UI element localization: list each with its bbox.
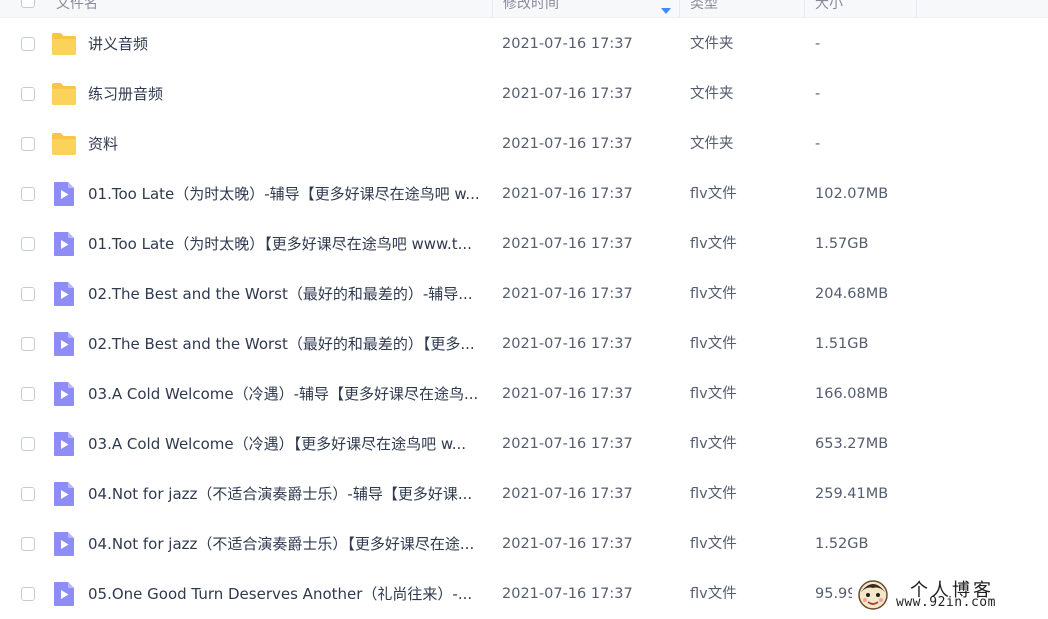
file-name[interactable]: 02.The Best and the Worst（最好的和最差的）【更多... xyxy=(88,319,488,369)
file-row[interactable]: 03.A Cold Welcome（冷遇）【更多好课尽在途鸟吧 w... 202… xyxy=(0,419,1048,469)
file-mtime: 2021-07-16 17:37 xyxy=(502,186,633,202)
file-row[interactable]: 01.Too Late（为时太晚）【更多好课尽在途鸟吧 www.t... 202… xyxy=(0,219,1048,269)
file-row[interactable]: 练习册音频 2021-07-16 17:37 文件夹 - xyxy=(0,69,1048,119)
file-size: 95.99 xyxy=(815,586,857,602)
file-size: - xyxy=(815,36,821,52)
row-checkbox[interactable] xyxy=(21,537,35,551)
file-list-header: 文件名 修改时间 类型 大小 xyxy=(0,0,1048,18)
column-header-type[interactable]: 类型 xyxy=(680,0,805,17)
folder-icon xyxy=(50,31,78,57)
folder-icon xyxy=(50,81,78,107)
file-mtime: 2021-07-16 17:37 xyxy=(502,336,633,352)
file-name[interactable]: 讲义音频 xyxy=(88,19,488,69)
file-size: 1.52GB xyxy=(815,536,869,552)
file-row[interactable]: 04.Not for jazz（不适合演奏爵士乐）-辅导【更多好课... 202… xyxy=(0,469,1048,519)
file-mtime: 2021-07-16 17:37 xyxy=(502,286,633,302)
blog-watermark: 个人博客 www.92in.com xyxy=(852,574,1048,617)
file-type: flv文件 xyxy=(690,386,737,402)
row-checkbox[interactable] xyxy=(21,187,35,201)
file-name[interactable]: 05.One Good Turn Deserves Another（礼尚往来）-… xyxy=(88,569,488,619)
file-mtime: 2021-07-16 17:37 xyxy=(502,536,633,552)
file-name[interactable]: 练习册音频 xyxy=(88,69,488,119)
video-file-icon xyxy=(50,431,78,457)
file-mtime: 2021-07-16 17:37 xyxy=(502,486,633,502)
video-file-icon xyxy=(50,481,78,507)
file-mtime: 2021-07-16 17:37 xyxy=(502,386,633,402)
watermark-url: www.92in.com xyxy=(896,595,996,610)
column-header-mtime[interactable]: 修改时间 xyxy=(493,0,680,17)
file-mtime: 2021-07-16 17:37 xyxy=(502,36,633,52)
file-name[interactable]: 03.A Cold Welcome（冷遇）-辅导【更多好课尽在途鸟... xyxy=(88,369,488,419)
file-size: 1.51GB xyxy=(815,336,869,352)
file-type: flv文件 xyxy=(690,286,737,302)
file-type: flv文件 xyxy=(690,186,737,202)
file-size: - xyxy=(815,86,821,102)
file-type: flv文件 xyxy=(690,236,737,252)
video-file-icon xyxy=(50,581,78,607)
file-mtime: 2021-07-16 17:37 xyxy=(502,436,633,452)
row-checkbox[interactable] xyxy=(21,287,35,301)
column-header-name[interactable]: 文件名 xyxy=(56,0,493,17)
file-name[interactable]: 02.The Best and the Worst（最好的和最差的）-辅导... xyxy=(88,269,488,319)
column-header-size[interactable]: 大小 xyxy=(805,0,917,17)
video-file-icon xyxy=(50,181,78,207)
row-checkbox[interactable] xyxy=(21,587,35,601)
file-type: flv文件 xyxy=(690,586,737,602)
video-file-icon xyxy=(50,381,78,407)
file-type: 文件夹 xyxy=(690,86,734,102)
file-type: flv文件 xyxy=(690,486,737,502)
row-checkbox[interactable] xyxy=(21,437,35,451)
video-file-icon xyxy=(50,331,78,357)
file-name[interactable]: 03.A Cold Welcome（冷遇）【更多好课尽在途鸟吧 w... xyxy=(88,419,488,469)
file-name[interactable]: 04.Not for jazz（不适合演奏爵士乐）-辅导【更多好课... xyxy=(88,469,488,519)
file-size: 1.57GB xyxy=(815,236,869,252)
file-type: flv文件 xyxy=(690,536,737,552)
file-size: 653.27MB xyxy=(815,436,889,452)
file-mtime: 2021-07-16 17:37 xyxy=(502,236,633,252)
file-row[interactable]: 01.Too Late（为时太晚）-辅导【更多好课尽在途鸟吧 w... 2021… xyxy=(0,169,1048,219)
video-file-icon xyxy=(50,531,78,557)
watermark-avatar-icon xyxy=(858,580,888,610)
file-name[interactable]: 资料 xyxy=(88,119,488,169)
file-size: 166.08MB xyxy=(815,386,889,402)
file-type: flv文件 xyxy=(690,336,737,352)
row-checkbox[interactable] xyxy=(21,387,35,401)
file-size: 204.68MB xyxy=(815,286,889,302)
file-type: 文件夹 xyxy=(690,136,734,152)
file-row[interactable]: 04.Not for jazz（不适合演奏爵士乐）【更多好课尽在途... 202… xyxy=(0,519,1048,569)
sort-desc-icon[interactable] xyxy=(660,0,672,17)
file-size: 102.07MB xyxy=(815,186,889,202)
row-checkbox[interactable] xyxy=(21,237,35,251)
folder-icon xyxy=(50,131,78,157)
file-mtime: 2021-07-16 17:37 xyxy=(502,586,633,602)
file-mtime: 2021-07-16 17:37 xyxy=(502,86,633,102)
file-row[interactable]: 02.The Best and the Worst（最好的和最差的）-辅导...… xyxy=(0,269,1048,319)
file-size: 259.41MB xyxy=(815,486,889,502)
file-row[interactable]: 讲义音频 2021-07-16 17:37 文件夹 - xyxy=(0,19,1048,69)
video-file-icon xyxy=(50,281,78,307)
file-size: - xyxy=(815,136,821,152)
video-file-icon xyxy=(50,231,78,257)
file-type: 文件夹 xyxy=(690,36,734,52)
file-row[interactable]: 资料 2021-07-16 17:37 文件夹 - xyxy=(0,119,1048,169)
file-row[interactable]: 02.The Best and the Worst（最好的和最差的）【更多...… xyxy=(0,319,1048,369)
row-checkbox[interactable] xyxy=(21,487,35,501)
row-checkbox[interactable] xyxy=(21,337,35,351)
file-row[interactable]: 03.A Cold Welcome（冷遇）-辅导【更多好课尽在途鸟... 202… xyxy=(0,369,1048,419)
row-checkbox[interactable] xyxy=(21,87,35,101)
row-checkbox[interactable] xyxy=(21,137,35,151)
file-mtime: 2021-07-16 17:37 xyxy=(502,136,633,152)
file-name[interactable]: 01.Too Late（为时太晚）-辅导【更多好课尽在途鸟吧 w... xyxy=(88,169,488,219)
row-checkbox[interactable] xyxy=(21,37,35,51)
file-name[interactable]: 01.Too Late（为时太晚）【更多好课尽在途鸟吧 www.t... xyxy=(88,219,488,269)
file-type: flv文件 xyxy=(690,436,737,452)
file-name[interactable]: 04.Not for jazz（不适合演奏爵士乐）【更多好课尽在途... xyxy=(88,519,488,569)
select-all-checkbox[interactable] xyxy=(21,0,35,8)
